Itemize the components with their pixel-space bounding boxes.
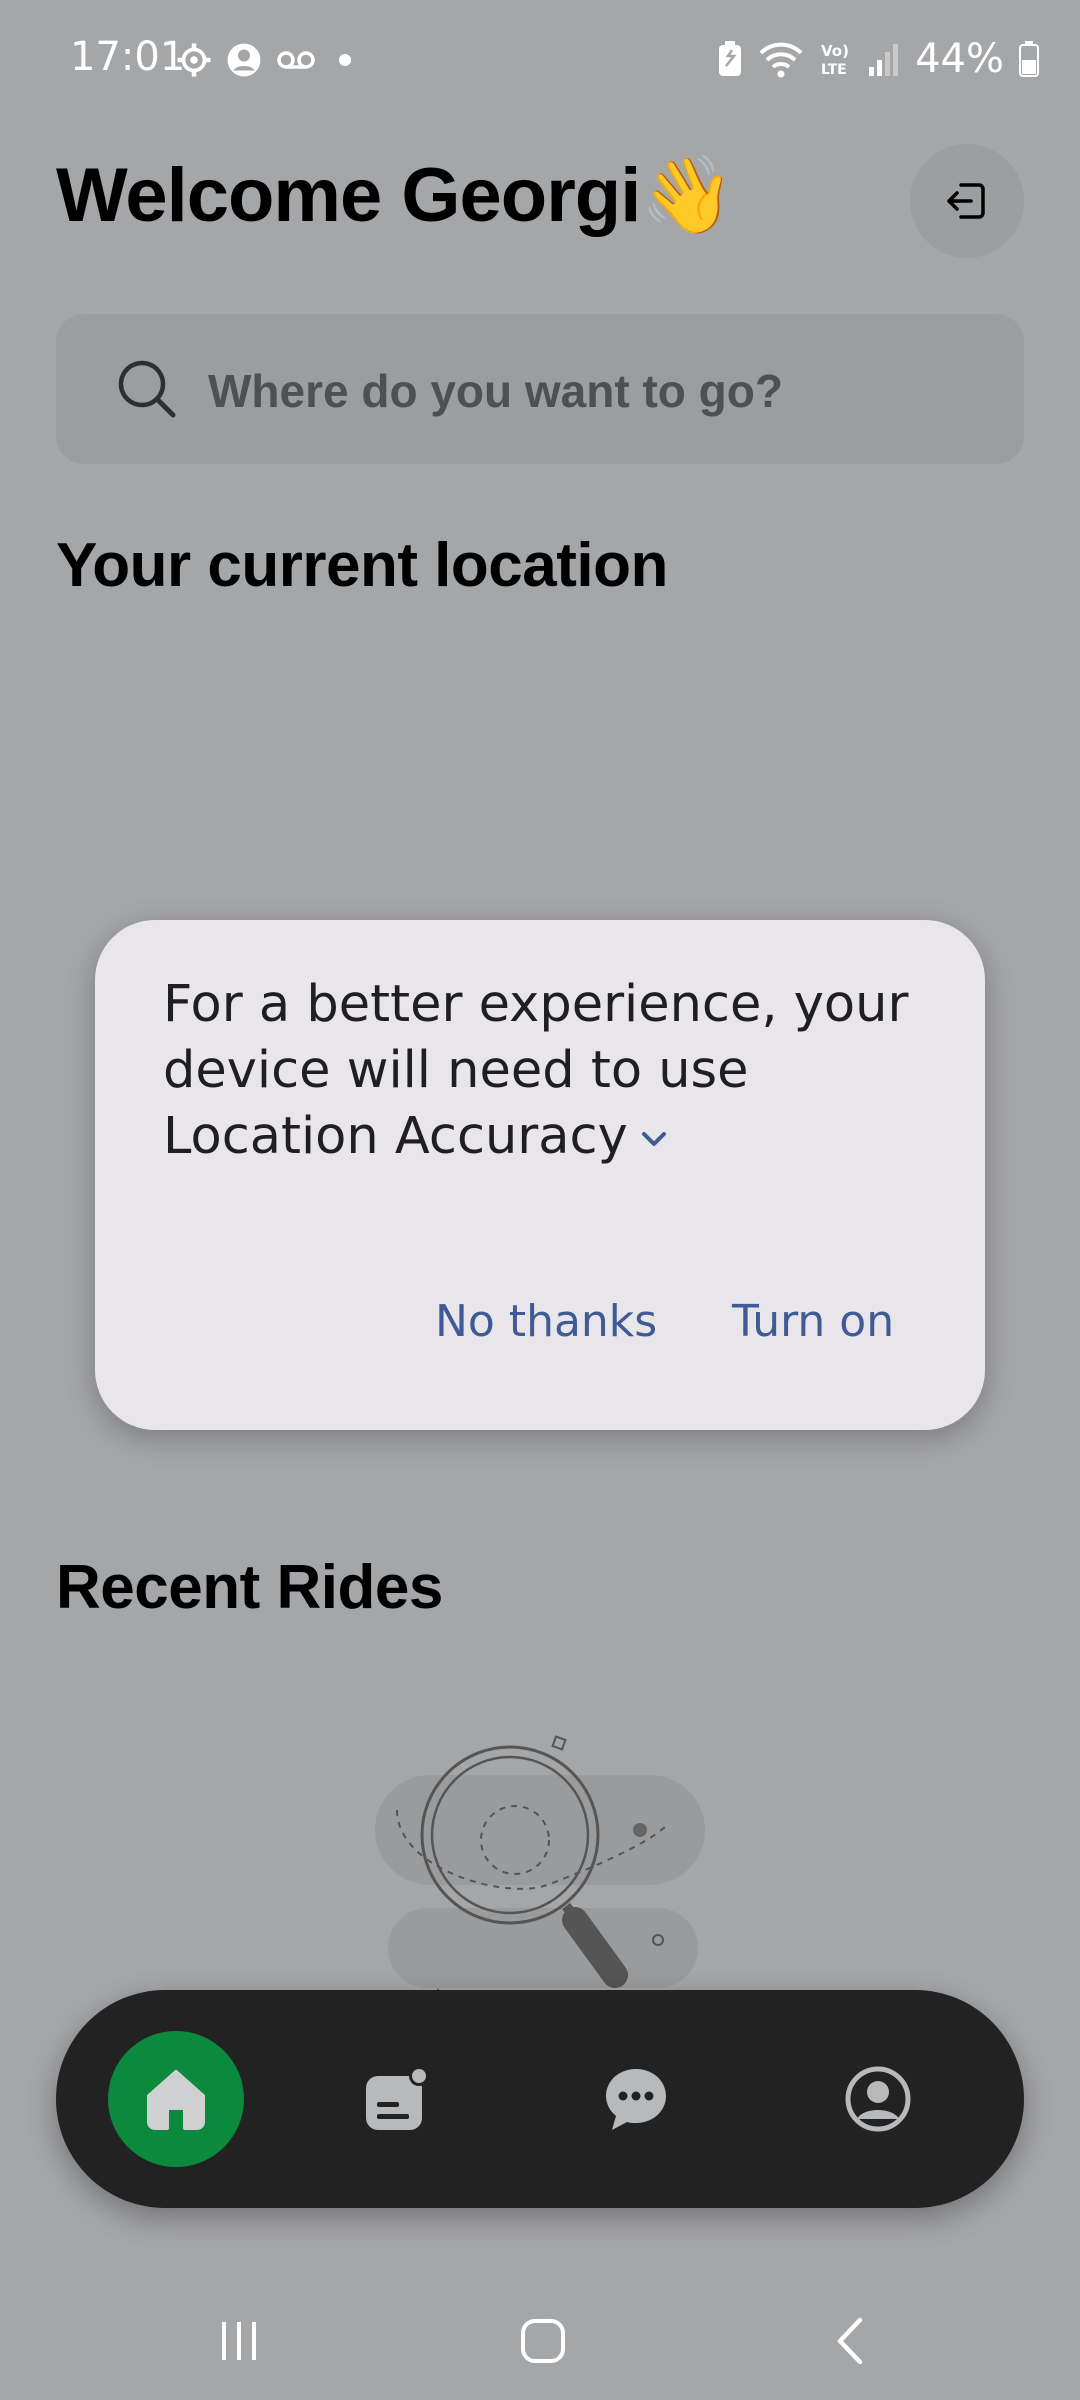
battery-percent: 44%: [915, 36, 1004, 82]
voicemail-icon: [277, 51, 315, 69]
search-placeholder: Where do you want to go?: [208, 365, 783, 417]
nav-rides-tab[interactable]: [356, 1990, 436, 2208]
destination-search[interactable]: Where do you want to go?: [56, 314, 1024, 464]
location-accuracy-dialog: For a better experience, your device wil…: [95, 920, 985, 1430]
no-thanks-button[interactable]: No thanks: [435, 1296, 657, 1347]
profile-icon: [845, 2066, 911, 2132]
chevron-down-icon[interactable]: [640, 1129, 668, 1149]
bottom-navigation: [56, 1990, 1024, 2208]
battery-icon: [1019, 41, 1039, 77]
turn-on-button[interactable]: Turn on: [732, 1296, 894, 1347]
current-location-title: Your current location: [56, 531, 668, 600]
logout-button[interactable]: [910, 144, 1024, 258]
battery-saver-icon: [719, 41, 742, 76]
nav-home-tab[interactable]: [108, 1990, 244, 2208]
welcome-heading: Welcome Georgi👋: [56, 150, 735, 239]
wave-emoji: 👋: [640, 150, 735, 239]
system-navigation-bar: [0, 2280, 1080, 2400]
account-icon: [227, 43, 261, 77]
dialog-message: For a better experience, your device wil…: [163, 975, 909, 1166]
chat-icon: [606, 2069, 666, 2130]
nav-chat-tab[interactable]: [596, 1990, 676, 2208]
logout-icon: [947, 183, 985, 219]
search-icon: [118, 360, 176, 418]
settings-icon: [177, 43, 211, 77]
app-screen: 17:01 Vo) LTE 44% Welcome Georgi👋 Where d…: [0, 0, 1080, 2400]
wifi-icon: [759, 42, 803, 78]
recent-rides-title: Recent Rides: [56, 1553, 443, 1622]
home-system-icon[interactable]: [518, 2316, 568, 2366]
empty-rides-illustration: [375, 1735, 705, 2000]
signal-icon: [869, 44, 899, 76]
svg-text:LTE: LTE: [821, 62, 847, 78]
recent-apps-icon[interactable]: [214, 2316, 264, 2366]
rides-list-icon: [366, 2066, 429, 2130]
volte-icon: Vo) LTE: [821, 42, 849, 78]
nav-profile-tab[interactable]: [838, 1990, 918, 2208]
notification-dot-icon: [339, 54, 351, 66]
home-icon: [147, 2070, 205, 2130]
svg-text:Vo): Vo): [821, 42, 849, 60]
status-bar: 17:01 Vo) LTE 44%: [0, 0, 1080, 120]
status-time: 17:01: [70, 34, 186, 80]
back-icon[interactable]: [826, 2316, 876, 2366]
